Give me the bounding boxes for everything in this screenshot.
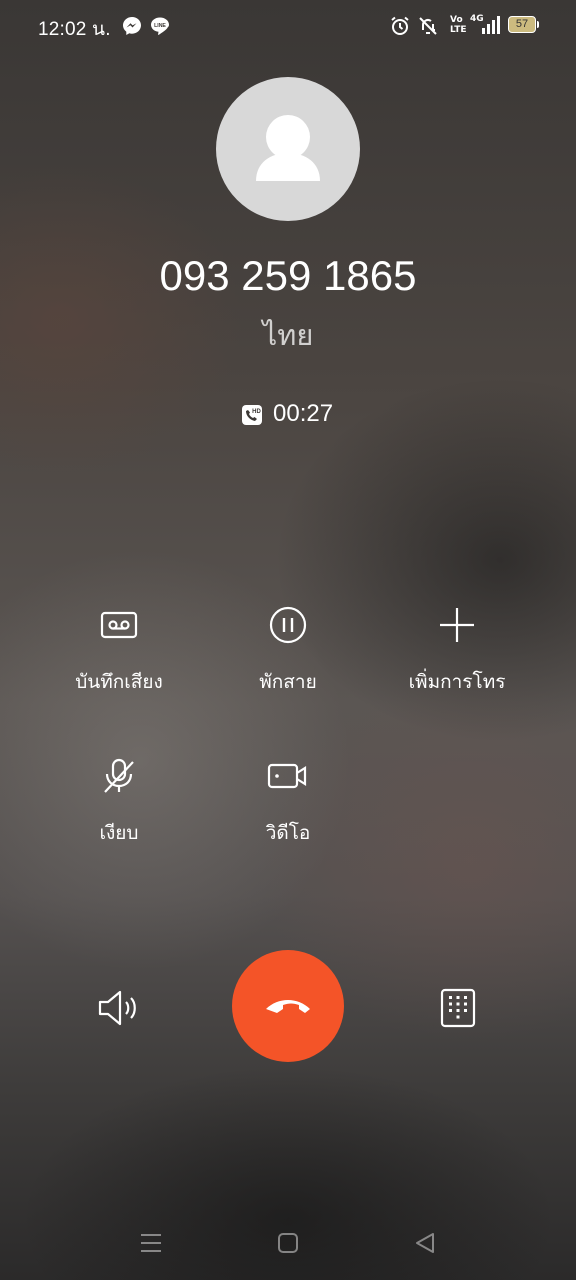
home-icon[interactable]	[273, 1228, 303, 1258]
4g-signal-icon	[482, 16, 500, 34]
back-icon[interactable]	[410, 1228, 440, 1258]
record-label: บันทึกเสียง	[75, 671, 163, 693]
alarm-icon	[391, 16, 409, 35]
person-icon	[256, 115, 320, 181]
status-time: 12:02 น.	[38, 19, 111, 40]
hold-button[interactable]: พักสาย	[208, 603, 368, 713]
end-call-icon	[266, 1000, 310, 1013]
record-button[interactable]: บันทึกเสียง	[39, 603, 199, 713]
svg-text:HD: HD	[252, 409, 261, 415]
hd-call-icon: HD	[242, 405, 262, 425]
status-bar: 12:02 น. LINE Vo LTE 4G 57	[0, 0, 576, 52]
line-icon: LINE	[151, 17, 169, 35]
avatar	[216, 77, 360, 221]
phone-number: 093 259 1865	[159, 252, 417, 299]
battery-tip	[537, 21, 539, 28]
record-icon	[100, 611, 138, 639]
messenger-icon	[123, 17, 141, 35]
volte-icon: Vo LTE	[450, 15, 467, 35]
pause-icon	[269, 606, 307, 644]
add-call-icon	[440, 608, 474, 642]
battery-icon: 57	[508, 16, 536, 33]
mic-mute-icon	[104, 758, 134, 793]
video-icon	[267, 763, 307, 789]
call-duration: 00:27	[273, 400, 334, 427]
video-label: วิดีโอ	[265, 822, 311, 844]
mute-button[interactable]: เงียบ	[39, 754, 199, 864]
video-button[interactable]: วิดีโอ	[208, 754, 368, 864]
end-call-button[interactable]	[232, 950, 344, 1062]
menu-icon[interactable]	[136, 1228, 166, 1258]
svg-text:LINE: LINE	[154, 23, 166, 29]
hold-label: พักสาย	[259, 671, 317, 693]
speaker-icon[interactable]	[96, 986, 142, 1030]
call-location: ไทย	[262, 318, 314, 352]
add-call-button[interactable]: เพิ่มการโทร	[377, 603, 537, 713]
mute-label: เงียบ	[99, 822, 139, 844]
mute-icon	[419, 17, 437, 35]
keypad-icon[interactable]	[436, 986, 480, 1030]
add-call-label: เพิ่มการโทร	[408, 671, 506, 693]
